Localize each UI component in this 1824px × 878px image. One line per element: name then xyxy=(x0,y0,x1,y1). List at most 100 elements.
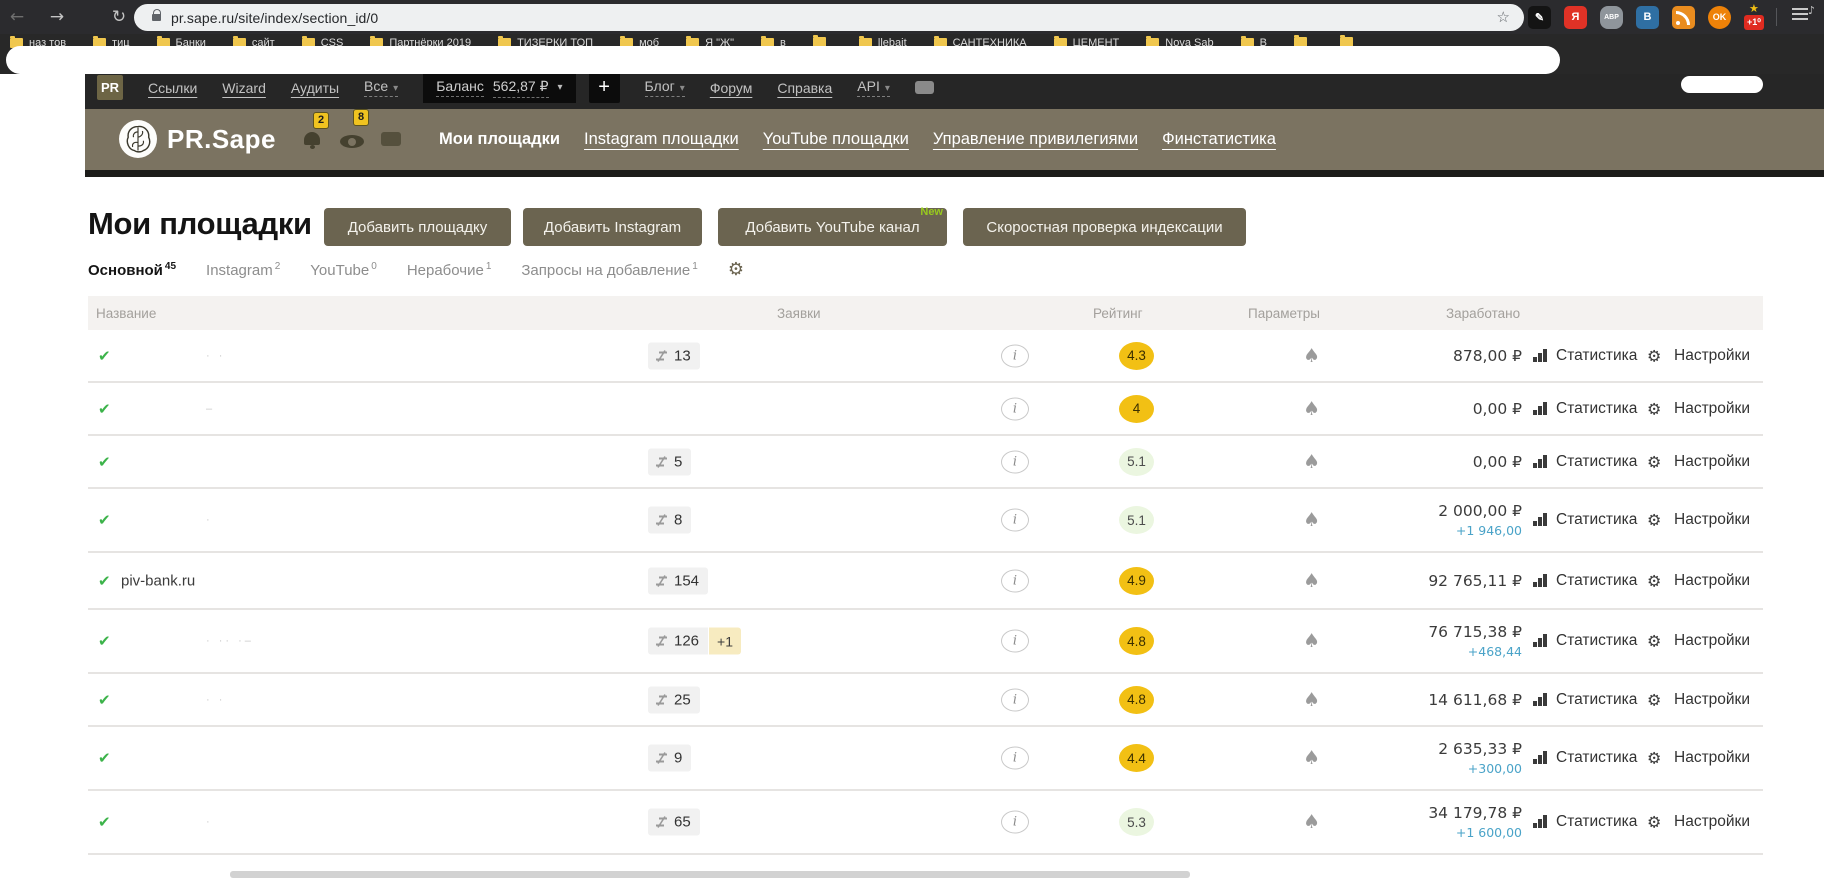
spade-icon[interactable]: ♠ xyxy=(1303,398,1320,420)
nav-forum[interactable]: Форум xyxy=(710,80,753,96)
spade-icon[interactable]: ♠ xyxy=(1303,570,1320,592)
vk-extension-icon[interactable]: B xyxy=(1636,5,1659,29)
spade-icon[interactable]: ♠ xyxy=(1303,630,1320,652)
info-icon[interactable]: i xyxy=(1001,746,1029,770)
nav-all-menu[interactable]: Все xyxy=(364,78,399,97)
url-text[interactable]: pr.sape.ru/site/index/section_id/0 xyxy=(171,10,378,26)
site-name-link[interactable]: piv-bank.ru xyxy=(121,572,195,589)
settings-gear-icon[interactable]: ⚙ xyxy=(1647,346,1661,365)
yandex-extension-icon[interactable]: Я xyxy=(1564,5,1587,29)
plus-one-extension-icon[interactable]: ★ +1⁰ xyxy=(1744,2,1767,30)
spade-icon[interactable]: ♠ xyxy=(1303,451,1320,473)
brain-logo-icon[interactable] xyxy=(119,120,157,158)
requests-badge[interactable]: 13 xyxy=(648,342,700,369)
lock-icon[interactable] xyxy=(152,9,161,21)
ok-extension-icon[interactable]: OK xyxy=(1708,5,1731,29)
info-icon[interactable]: i xyxy=(1001,508,1029,532)
bell-icon[interactable] xyxy=(304,132,320,149)
info-icon[interactable]: i xyxy=(1001,397,1029,420)
settings-gear-icon[interactable]: ⚙ xyxy=(1647,813,1661,832)
bar-chart-icon[interactable] xyxy=(1533,692,1549,707)
settings-link[interactable]: Настройки xyxy=(1674,691,1750,709)
settings-gear-icon[interactable]: ⚙ xyxy=(1647,511,1661,530)
add-funds-button[interactable]: + xyxy=(588,72,620,103)
chat-icon[interactable] xyxy=(914,81,934,94)
statistics-link[interactable]: Статистика xyxy=(1556,749,1637,767)
info-icon[interactable]: i xyxy=(1001,629,1029,653)
statistics-link[interactable]: Статистика xyxy=(1556,400,1637,418)
bar-chart-icon[interactable] xyxy=(1533,815,1549,829)
spade-icon[interactable]: ♠ xyxy=(1303,345,1320,367)
statistics-link[interactable]: Статистика xyxy=(1556,453,1637,471)
header-nav-youtube[interactable]: YouTube площадки xyxy=(763,130,909,149)
requests-badge[interactable]: 126 +1 xyxy=(648,627,741,655)
bar-chart-icon[interactable] xyxy=(1533,634,1549,648)
bar-chart-icon[interactable] xyxy=(1533,454,1549,469)
requests-badge[interactable]: 5 xyxy=(648,448,692,475)
requests-badge[interactable]: 25 xyxy=(648,686,700,713)
requests-badge[interactable]: 65 xyxy=(648,808,700,836)
info-icon[interactable]: i xyxy=(1001,344,1029,367)
reload-icon[interactable]: ↻ xyxy=(104,2,134,32)
nav-blog[interactable]: Блог xyxy=(644,78,685,97)
nav-help[interactable]: Справка xyxy=(777,80,832,96)
settings-link[interactable]: Настройки xyxy=(1674,749,1750,767)
bar-chart-icon[interactable] xyxy=(1533,751,1549,765)
bar-chart-icon[interactable] xyxy=(1533,513,1549,527)
add-instagram-button[interactable]: Добавить Instagram xyxy=(523,208,702,246)
settings-gear-icon[interactable]: ⚙ xyxy=(1647,632,1661,651)
spade-icon[interactable]: ♠ xyxy=(1303,509,1320,531)
tab-youtube[interactable]: YouTube 0 xyxy=(310,261,377,279)
settings-link[interactable]: Настройки xyxy=(1674,400,1750,418)
settings-gear-icon[interactable]: ⚙ xyxy=(1647,571,1661,590)
eye-icon[interactable] xyxy=(340,135,364,148)
statistics-link[interactable]: Статистика xyxy=(1556,347,1637,365)
settings-link[interactable]: Настройки xyxy=(1674,347,1750,365)
add-site-button[interactable]: Добавить площадку xyxy=(324,208,511,246)
bar-chart-icon[interactable] xyxy=(1533,348,1549,363)
add-youtube-button[interactable]: Добавить YouTube канал New xyxy=(718,206,947,246)
settings-gear-icon[interactable]: ⚙ xyxy=(1647,452,1661,471)
back-icon[interactable]: ← xyxy=(2,2,32,32)
tab-add-requests[interactable]: Запросы на добавление 1 xyxy=(521,261,697,279)
bar-chart-icon[interactable] xyxy=(1533,401,1549,416)
playlist-menu-icon[interactable] xyxy=(1792,4,1815,17)
adblock-plus-icon[interactable]: ABP xyxy=(1600,5,1623,29)
speed-index-check-button[interactable]: Скоростная проверка индексации xyxy=(963,208,1246,246)
spade-icon[interactable]: ♠ xyxy=(1303,811,1320,833)
statistics-link[interactable]: Статистика xyxy=(1556,511,1637,529)
settings-gear-icon[interactable]: ⚙ xyxy=(1647,690,1661,709)
editor-extension-icon[interactable]: ✎ xyxy=(1528,5,1551,29)
views-badge[interactable]: 8 xyxy=(353,109,370,126)
nav-api[interactable]: API xyxy=(857,78,890,97)
pr-logo[interactable]: PR xyxy=(97,75,123,100)
spade-icon[interactable]: ♠ xyxy=(1303,747,1320,769)
header-nav-finstats[interactable]: Финстатистика xyxy=(1162,130,1276,149)
spade-icon[interactable]: ♠ xyxy=(1303,689,1320,711)
statistics-link[interactable]: Статистика xyxy=(1556,691,1637,709)
messages-icon[interactable] xyxy=(381,132,401,146)
rss-extension-icon[interactable] xyxy=(1672,5,1695,29)
table-settings-gear-icon[interactable]: ⚙ xyxy=(728,261,744,279)
tab-inactive[interactable]: Нерабочие 1 xyxy=(407,261,492,279)
statistics-link[interactable]: Статистика xyxy=(1556,572,1637,590)
bookmark-star-icon[interactable]: ☆ xyxy=(1497,8,1510,26)
balance-widget[interactable]: Баланс 562,87 ₽ ▾ xyxy=(423,72,576,103)
nav-audits[interactable]: Аудиты xyxy=(291,80,339,96)
notifications-badge[interactable]: 2 xyxy=(313,112,330,129)
settings-link[interactable]: Настройки xyxy=(1674,813,1750,831)
requests-badge[interactable]: 154 xyxy=(648,567,709,594)
bar-chart-icon[interactable] xyxy=(1533,573,1549,588)
header-nav-privileges[interactable]: Управление привилегиями xyxy=(933,130,1138,149)
info-icon[interactable]: i xyxy=(1001,688,1029,711)
settings-gear-icon[interactable]: ⚙ xyxy=(1647,749,1661,768)
statistics-link[interactable]: Статистика xyxy=(1556,632,1637,650)
header-nav-instagram[interactable]: Instagram площадки xyxy=(584,130,739,149)
tab-main[interactable]: Основной 45 xyxy=(88,261,176,279)
settings-gear-icon[interactable]: ⚙ xyxy=(1647,399,1661,418)
settings-link[interactable]: Настройки xyxy=(1674,572,1750,590)
nav-links[interactable]: Ссылки xyxy=(148,80,197,96)
info-icon[interactable]: i xyxy=(1001,810,1029,834)
info-icon[interactable]: i xyxy=(1001,569,1029,592)
settings-link[interactable]: Настройки xyxy=(1674,632,1750,650)
